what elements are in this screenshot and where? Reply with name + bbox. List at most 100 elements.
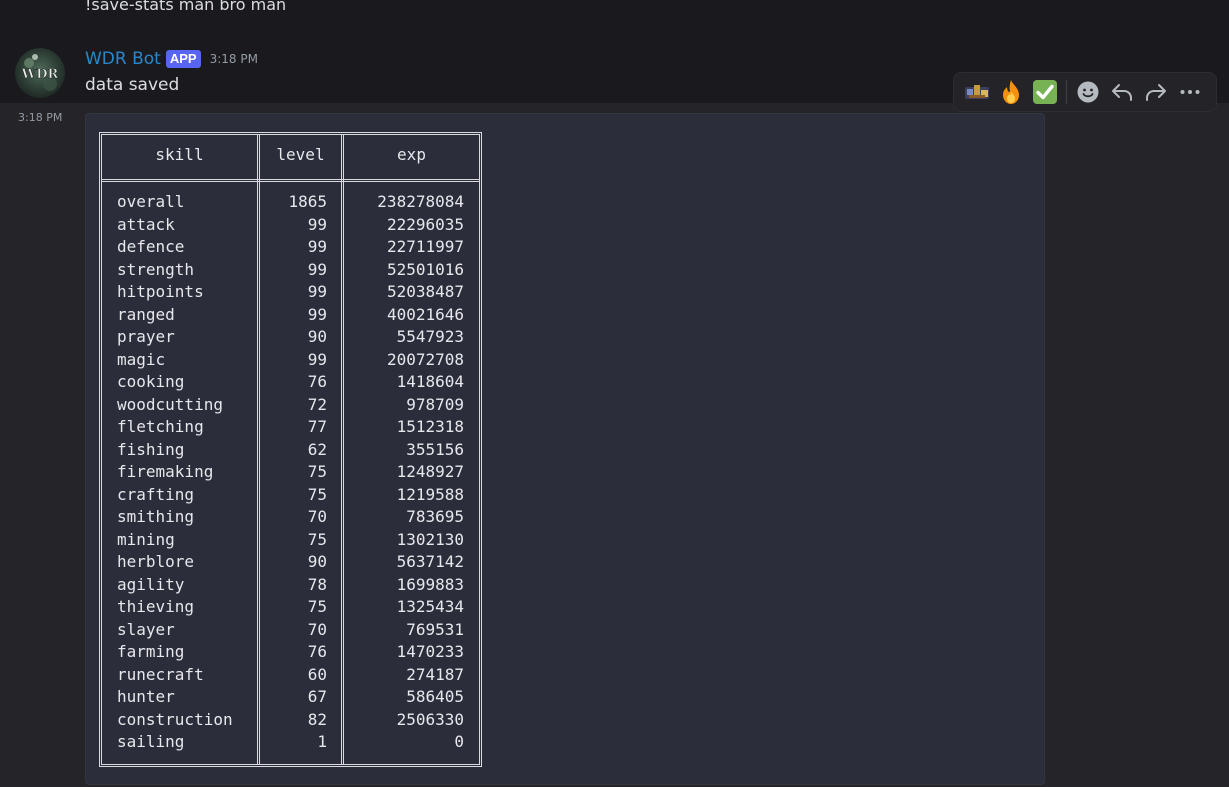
skill-level: 70 (307, 619, 327, 639)
skill-level: 67 (307, 687, 327, 706)
skill-name: hitpoints (117, 282, 204, 301)
forward-button[interactable] (1139, 75, 1173, 109)
skill-name: crafting (117, 484, 195, 504)
skill-level: 75 (307, 529, 327, 549)
reaction-check-button[interactable] (1028, 75, 1062, 109)
table-row: magic 99 20072708 (102, 349, 479, 372)
table-row: cooking 76 1418604 (102, 371, 479, 394)
skill-level: 62 (307, 439, 327, 459)
skill-name: slayer (117, 619, 175, 639)
message-content: data saved (85, 75, 180, 95)
table-row: strength 99 52501016 (102, 259, 479, 282)
skill-level: 99 (307, 237, 327, 256)
skill-name: farming (117, 642, 185, 661)
reaction-fire-button[interactable] (994, 75, 1028, 109)
header-level: level (276, 145, 325, 164)
author-name[interactable]: WDR Bot (85, 49, 161, 69)
skill-name: defence (117, 237, 185, 256)
skill-name: sailing (117, 732, 185, 751)
skill-exp: 0 (454, 732, 464, 751)
skill-name: attack (117, 214, 175, 234)
skill-exp: 1302130 (396, 529, 464, 549)
skill-level: 78 (307, 574, 327, 594)
more-icon (1180, 90, 1200, 94)
table-row: runecraft 60 274187 (102, 664, 479, 687)
toolbar-divider (1066, 80, 1067, 104)
table-row: prayer 90 5547923 (102, 326, 479, 349)
table-row: agility 78 1699883 (102, 574, 479, 597)
skill-exp: 769531 (406, 619, 464, 639)
table-row: ranged 99 40021646 (102, 304, 479, 327)
table-row: sailing 1 0 (102, 731, 479, 754)
table-row: firemaking 75 1248927 (102, 461, 479, 484)
skill-level: 82 (307, 709, 327, 729)
skill-exp: 1418604 (396, 372, 464, 391)
skill-level: 75 (307, 597, 327, 616)
table-row: herblore 90 5637142 (102, 551, 479, 574)
message-hover-toolbar (953, 72, 1217, 112)
skill-name: hunter (117, 687, 175, 706)
message-timestamp[interactable]: 3:18 PM (210, 52, 258, 66)
table-row: hitpoints 99 52038487 (102, 281, 479, 304)
skill-level: 60 (307, 664, 327, 684)
header-divider (102, 179, 479, 182)
add-reaction-icon (1077, 81, 1099, 103)
skill-exp: 1512318 (396, 417, 464, 436)
reply-button[interactable] (1105, 75, 1139, 109)
skill-name: magic (117, 349, 166, 369)
code-block: skill level exp overall 1865 238278084 atta… (85, 113, 1045, 785)
skill-level: 90 (307, 552, 327, 571)
add-reaction-button[interactable] (1071, 75, 1105, 109)
skill-level: 72 (307, 394, 327, 414)
reaction-custom-emoji-button[interactable] (960, 75, 994, 109)
skill-level: 1 (317, 732, 327, 751)
skill-level: 99 (307, 282, 327, 301)
skill-name: herblore (117, 552, 195, 571)
reply-icon (1112, 84, 1132, 101)
bot-avatar-image: WDR (15, 48, 65, 98)
skill-exp: 586405 (406, 687, 464, 706)
followup-timestamp[interactable]: 3:18 PM (18, 111, 62, 124)
table-body: overall 1865 238278084 attack 99 22296035 defe… (102, 191, 479, 754)
skill-name: mining (117, 529, 175, 549)
table-row: smithing 70 783695 (102, 506, 479, 529)
avatar[interactable]: WDR (15, 48, 65, 98)
more-options-button[interactable] (1173, 75, 1207, 109)
skill-level: 99 (307, 304, 327, 324)
table-row: defence 99 22711997 (102, 236, 479, 259)
skill-name: runecraft (117, 664, 204, 684)
skill-name: strength (117, 259, 195, 279)
table-row: mining 75 1302130 (102, 529, 479, 552)
skill-exp: 1470233 (396, 642, 464, 661)
skill-exp: 1248927 (396, 462, 464, 481)
svg-text:WDR: WDR (21, 67, 59, 82)
table-row: fletching 77 1512318 (102, 416, 479, 439)
skill-name: fishing (117, 439, 185, 459)
skill-level: 1865 (288, 192, 327, 211)
table-row: attack 99 22296035 (102, 214, 479, 237)
table-row: woodcutting 72 978709 (102, 394, 479, 417)
skill-exp: 238278084 (377, 192, 464, 211)
skill-name: woodcutting (117, 394, 223, 414)
skill-level: 77 (307, 417, 327, 436)
skill-level: 70 (307, 507, 327, 526)
skill-exp: 1699883 (396, 574, 464, 594)
skill-name: smithing (117, 507, 195, 526)
table-row: crafting 75 1219588 (102, 484, 479, 507)
skill-name: firemaking (117, 462, 214, 481)
skill-level: 76 (307, 642, 327, 661)
skill-level: 75 (307, 462, 327, 481)
skill-exp: 20072708 (386, 349, 464, 369)
skill-name: thieving (117, 597, 195, 616)
skill-level: 99 (307, 259, 327, 279)
skill-name: prayer (117, 327, 175, 346)
skill-exp: 1325434 (396, 597, 464, 616)
skill-exp: 52501016 (386, 259, 464, 279)
skill-exp: 5547923 (396, 327, 464, 346)
skill-level: 75 (307, 484, 327, 504)
skill-level: 76 (307, 372, 327, 391)
skill-exp: 2506330 (396, 709, 464, 729)
table-row: fishing 62 355156 (102, 439, 479, 462)
check-mark-emoji-icon (1033, 80, 1057, 104)
custom-emoji-icon (965, 85, 989, 99)
